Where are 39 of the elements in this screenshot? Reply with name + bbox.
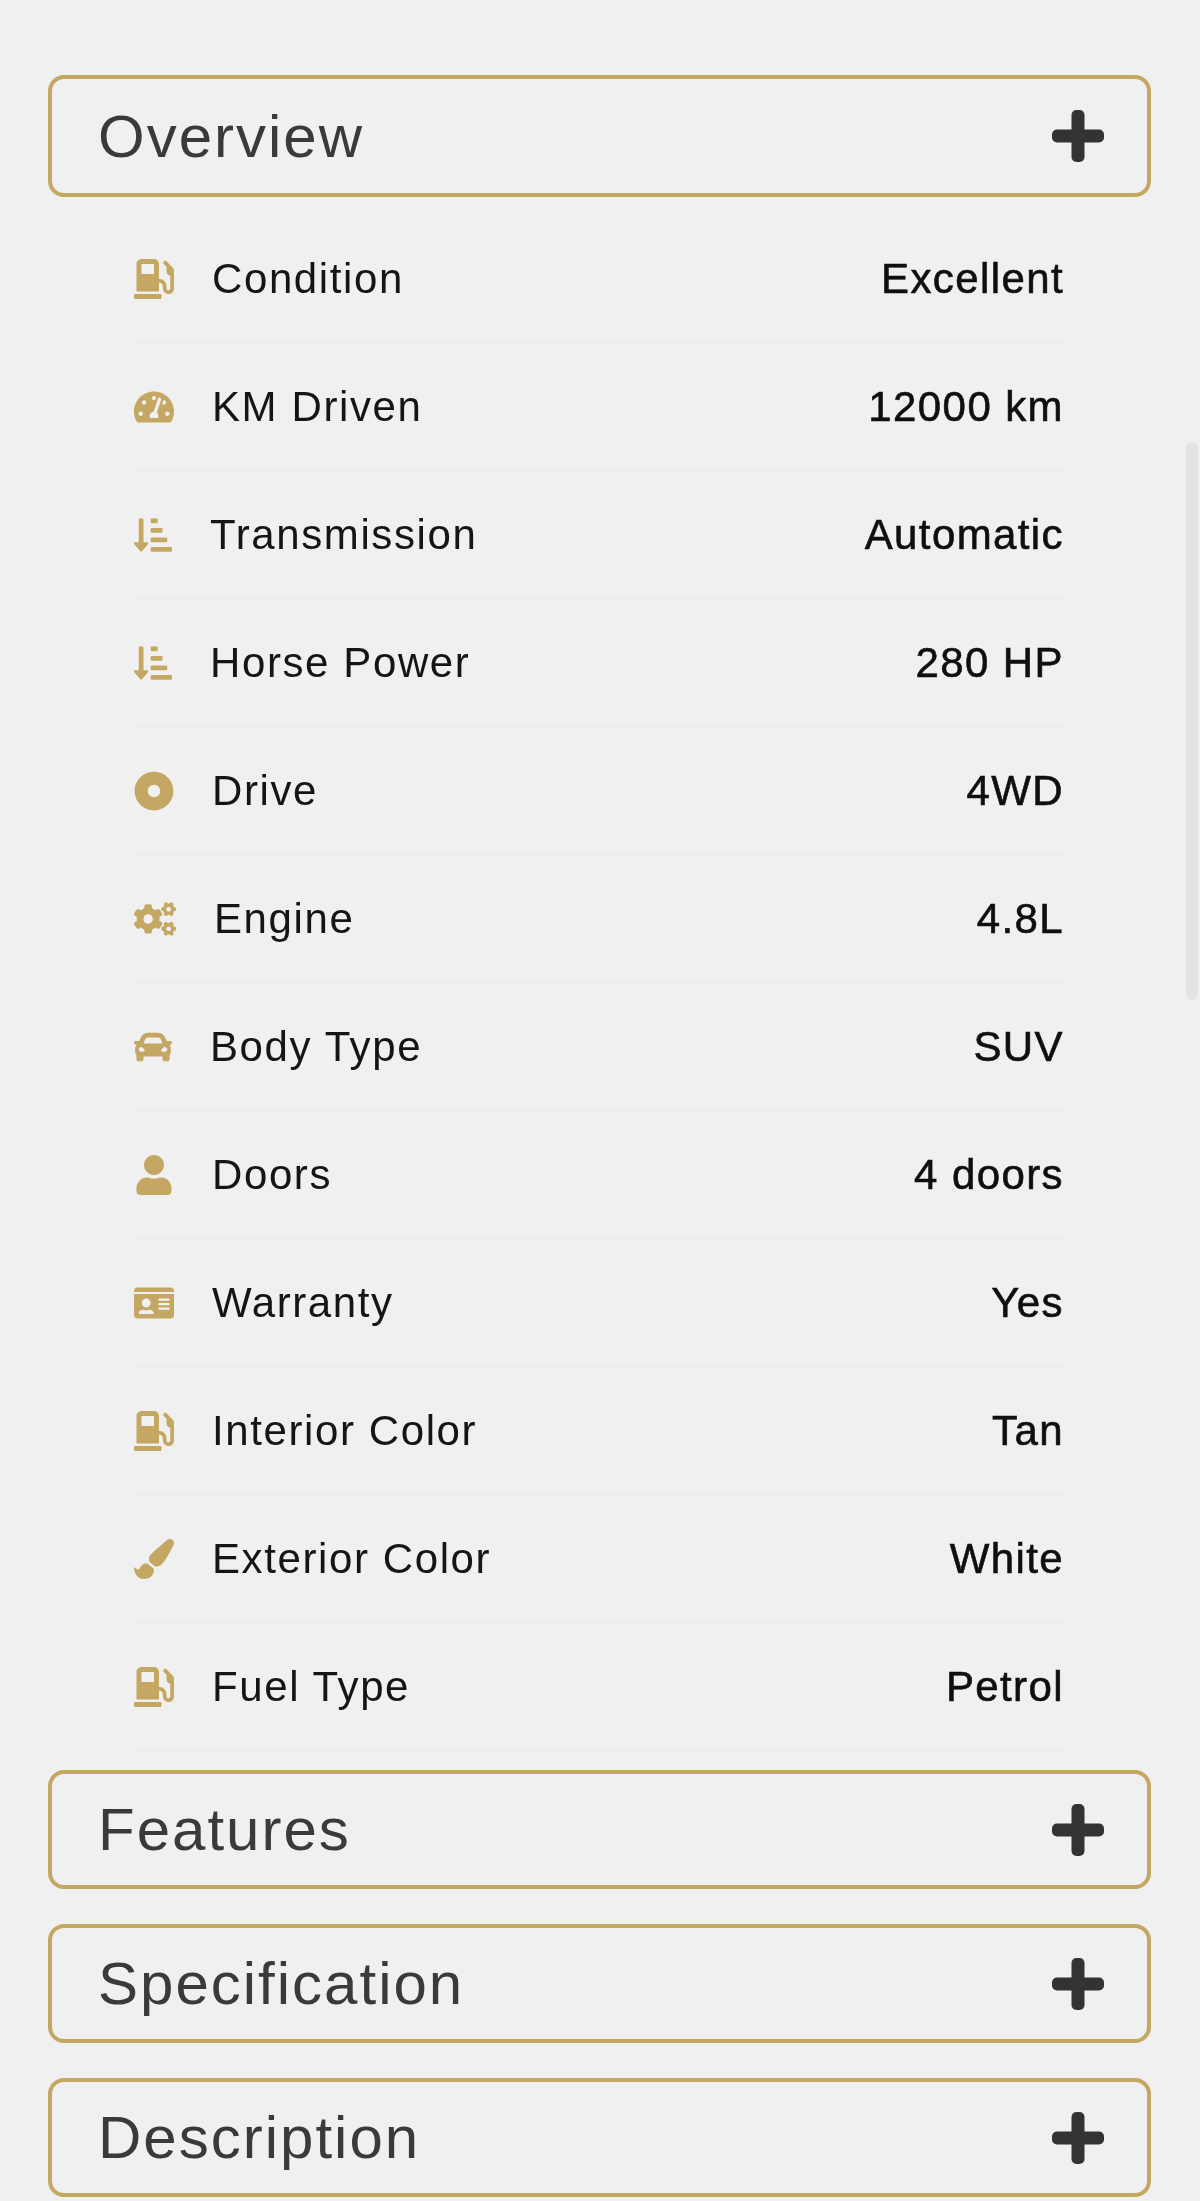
spec-value: 280 HP [915,638,1064,687]
sort-icon [134,515,172,554]
fuel-pump-icon [134,258,174,299]
plus-icon [1052,1957,1104,2010]
section-header[interactable]: Description [48,2078,1151,2197]
section-header[interactable]: Features [48,1770,1151,1889]
spec-label: Transmission [210,510,478,559]
spec-value: Tan [992,1406,1064,1455]
plus-icon [1052,2111,1104,2164]
spec-label: Body Type [210,1022,423,1071]
spec-value: Automatic [864,510,1064,559]
spec-label: Condition [212,254,404,303]
spec-value: 4WD [966,766,1064,815]
sort-icon [134,643,172,682]
spec-label: Doors [212,1150,333,1199]
spec-label: Warranty [212,1278,394,1327]
spec-label: Engine [214,894,355,943]
spec-label: Horse Power [210,638,471,687]
section-header[interactable]: Specification [48,1924,1151,2043]
spec-label: Interior Color [212,1406,478,1455]
spec-label: KM Driven [212,382,423,431]
spec-value: Yes [991,1278,1064,1327]
fuel-pump-icon [134,1410,174,1451]
user-icon [134,1154,174,1195]
spec-label: Fuel Type [212,1662,411,1711]
spec-label: Exterior Color [212,1534,492,1583]
plus-icon [1052,110,1104,162]
spec-value: Excellent [880,254,1064,303]
fuel-pump-icon [134,1666,174,1707]
spec-value: Petrol [945,1662,1064,1711]
section-header[interactable]: Overview [48,75,1151,197]
spec-value: 4 doors [914,1150,1064,1199]
spec-value: White [949,1534,1064,1583]
spec-label: Drive [212,766,318,815]
plus-icon [1052,1803,1104,1856]
spec-value: SUV [973,1022,1064,1071]
spec-value: 4.8L [976,894,1064,943]
spec-value: 12000 km [868,382,1064,431]
paintbrush-icon [134,1538,174,1579]
